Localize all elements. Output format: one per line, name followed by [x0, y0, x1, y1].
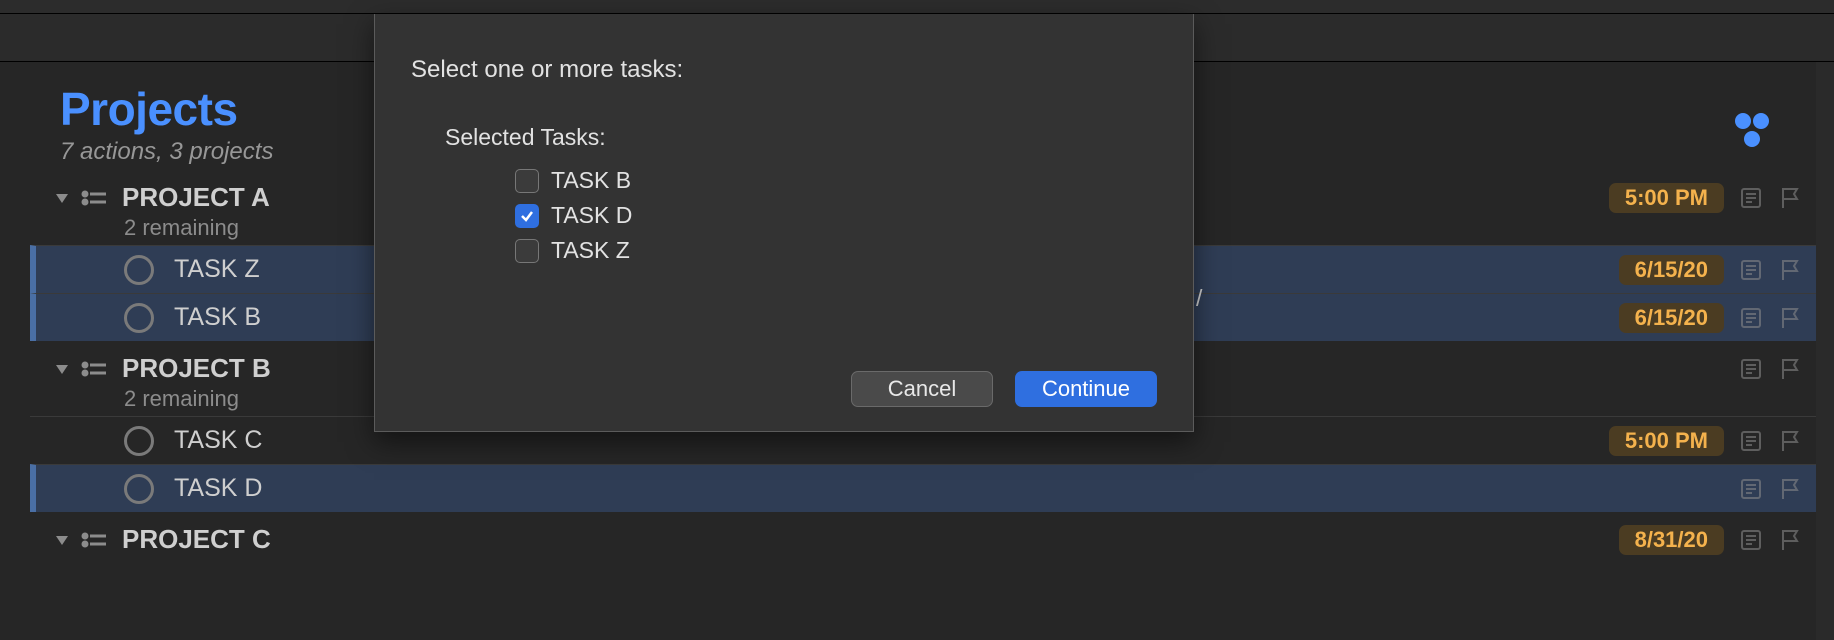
checkbox-label: TASK B — [551, 167, 631, 194]
task-row-d[interactable]: TASK D — [30, 464, 1834, 512]
checkbox-row-task-z[interactable]: TASK Z — [515, 233, 1157, 268]
dialog-checkbox-list: TASK B TASK D TASK Z — [515, 163, 1157, 268]
disclosure-triangle-icon[interactable] — [52, 188, 72, 208]
cancel-button[interactable]: Cancel — [851, 371, 993, 407]
flag-icon[interactable] — [1778, 356, 1804, 382]
note-icon[interactable] — [1738, 527, 1764, 553]
task-selection-dialog: Select one or more tasks: Selected Tasks… — [374, 14, 1194, 432]
task-status-circle[interactable] — [124, 255, 154, 285]
checkbox-icon[interactable] — [515, 169, 539, 193]
checkbox-label: TASK D — [551, 202, 632, 229]
flag-icon[interactable] — [1778, 428, 1804, 454]
disclosure-triangle-icon[interactable] — [52, 530, 72, 550]
flag-icon[interactable] — [1778, 305, 1804, 331]
flag-icon[interactable] — [1778, 257, 1804, 283]
due-badge: 8/31/20 — [1619, 525, 1724, 555]
task-status-circle[interactable] — [124, 426, 154, 456]
scrollbar-track[interactable] — [1816, 62, 1834, 640]
note-icon[interactable] — [1738, 305, 1764, 331]
window-chrome-top — [0, 0, 1834, 14]
flag-icon[interactable] — [1778, 185, 1804, 211]
note-icon[interactable] — [1738, 428, 1764, 454]
disclosure-triangle-icon[interactable] — [52, 359, 72, 379]
project-name: PROJECT C — [122, 524, 271, 555]
project-name: PROJECT B — [122, 353, 271, 384]
task-title: TASK D — [174, 474, 1738, 503]
due-badge: 6/15/20 — [1619, 255, 1724, 285]
sequential-project-icon — [80, 358, 108, 380]
task-status-circle[interactable] — [124, 474, 154, 504]
note-icon[interactable] — [1738, 257, 1764, 283]
checkbox-label: TASK Z — [551, 237, 630, 264]
flag-icon[interactable] — [1778, 476, 1804, 502]
flag-icon[interactable] — [1778, 527, 1804, 553]
dialog-prompt: Select one or more tasks: — [411, 56, 1157, 84]
view-options-icon[interactable] — [1730, 108, 1774, 157]
sequential-project-icon — [80, 187, 108, 209]
note-icon[interactable] — [1738, 185, 1764, 211]
note-icon[interactable] — [1738, 356, 1764, 382]
project-name: PROJECT A — [122, 182, 270, 213]
task-status-circle[interactable] — [124, 303, 154, 333]
checkbox-icon[interactable] — [515, 204, 539, 228]
project-header-c[interactable]: PROJECT C 8/31/20 — [30, 518, 1834, 557]
dialog-section-label: Selected Tasks: — [445, 124, 1157, 151]
sequential-project-icon — [80, 529, 108, 551]
due-badge: 6/15/20 — [1619, 303, 1724, 333]
checkbox-row-task-d[interactable]: TASK D — [515, 198, 1157, 233]
partial-text-behind-dialog: / — [1196, 285, 1202, 312]
continue-button[interactable]: Continue — [1015, 371, 1157, 407]
note-icon[interactable] — [1738, 476, 1764, 502]
checkbox-row-task-b[interactable]: TASK B — [515, 163, 1157, 198]
page-subtitle: 7 actions, 3 projects — [60, 138, 273, 166]
due-badge: 5:00 PM — [1609, 183, 1724, 213]
page-title: Projects — [60, 82, 273, 136]
due-badge: 5:00 PM — [1609, 426, 1724, 456]
checkbox-icon[interactable] — [515, 239, 539, 263]
